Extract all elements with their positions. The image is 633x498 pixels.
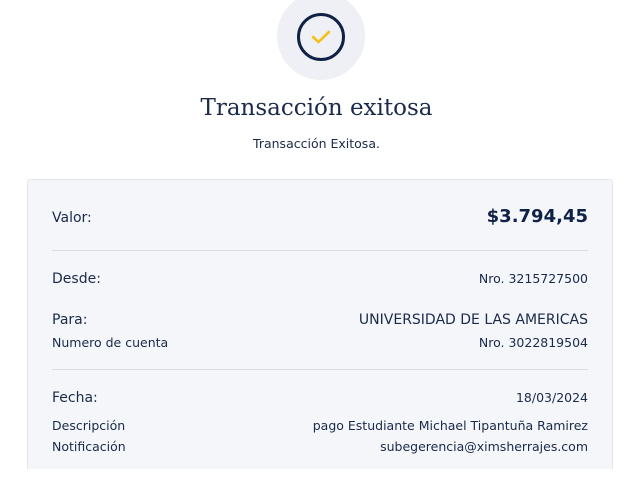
para-value: UNIVERSIDAD DE LAS AMERICAS	[358, 312, 588, 328]
valor-row: Valor: $3.794,45	[52, 206, 588, 227]
descripcion-label: Descripción	[52, 418, 126, 433]
cuenta-label: Numero de cuenta	[52, 335, 169, 350]
fecha-value: 18/03/2024	[515, 390, 588, 405]
page-subtitle: Transacción Exitosa.	[253, 136, 380, 151]
para-row: Para: UNIVERSIDAD DE LAS AMERICAS	[52, 312, 588, 328]
notificacion-row: Notificación subegerencia@ximsherrajes.c…	[52, 439, 588, 454]
fecha-row: Fecha: 18/03/2024	[52, 390, 588, 406]
notificacion-label: Notificación	[52, 439, 126, 454]
cuenta-row: Numero de cuenta Nro. 3022819504	[52, 335, 588, 350]
valor-amount: $3.794,45	[486, 206, 588, 227]
notificacion-value: subegerencia@ximsherrajes.com	[380, 439, 588, 454]
fecha-label: Fecha:	[52, 390, 98, 406]
descripcion-row: Descripción pago Estudiante Michael Tipa…	[52, 418, 588, 433]
valor-label: Valor:	[52, 210, 92, 226]
para-label: Para:	[52, 312, 88, 328]
descripcion-value: pago Estudiante Michael Tipantuña Ramire…	[312, 418, 588, 433]
desde-row: Desde: Nro. 3215727500	[52, 271, 588, 287]
page-title: Transacción exitosa	[200, 95, 433, 121]
divider	[52, 250, 588, 251]
desde-label: Desde:	[52, 271, 101, 287]
transaction-result-page: Transacción exitosa Transacción Exitosa.…	[0, 0, 633, 498]
cuenta-value: Nro. 3022819504	[478, 335, 588, 350]
check-icon	[297, 13, 345, 61]
transaction-summary-card: Valor: $3.794,45 Desde: Nro. 3215727500 …	[27, 179, 613, 469]
desde-value: Nro. 3215727500	[478, 271, 588, 286]
divider	[52, 369, 588, 370]
